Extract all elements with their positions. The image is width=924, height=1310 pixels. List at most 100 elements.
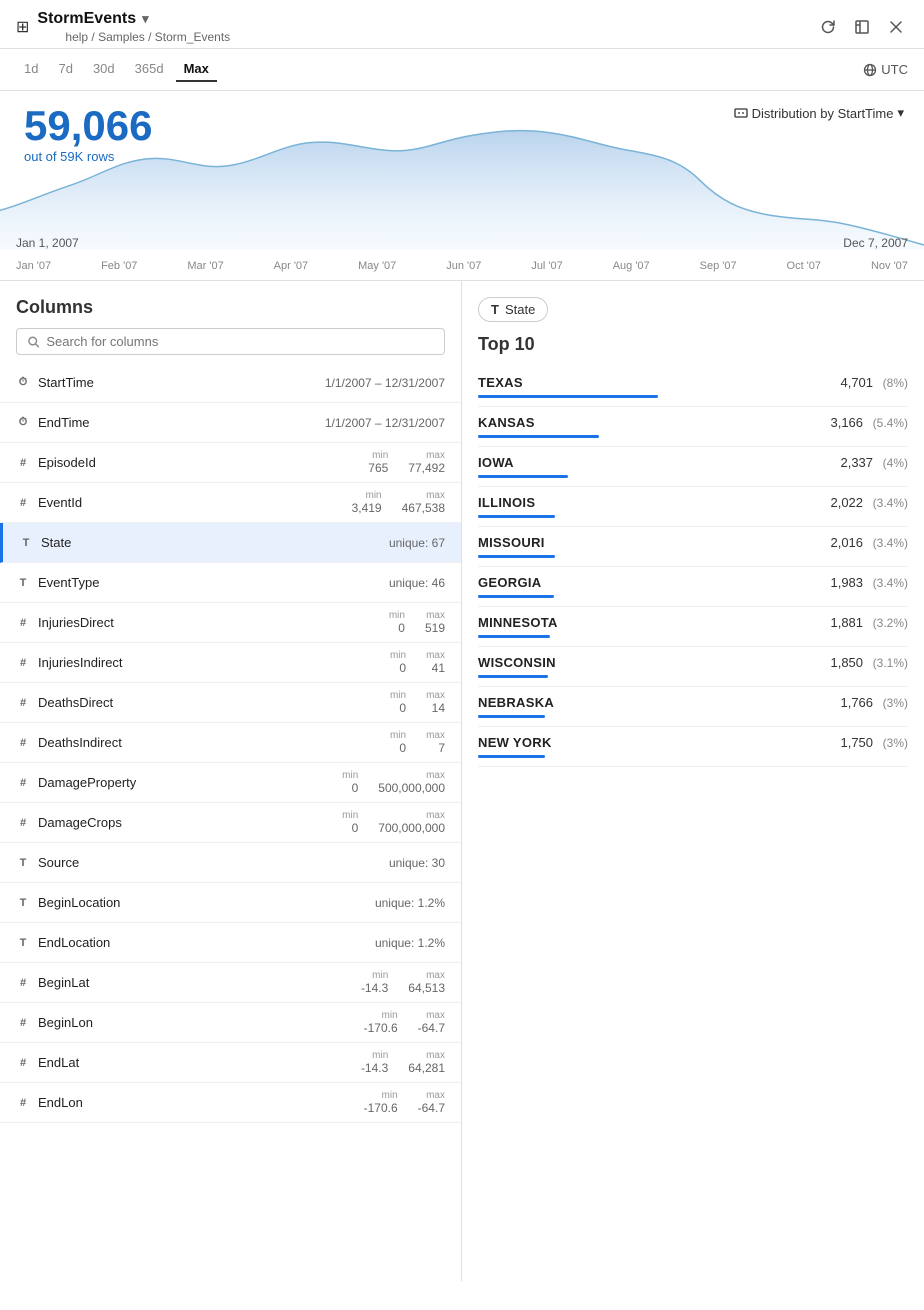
chart-svg	[0, 91, 924, 250]
column-item-eventid[interactable]: # EventId min3,419 max467,538	[0, 483, 461, 523]
time-btn-30d[interactable]: 30d	[85, 57, 123, 82]
column-name: State	[41, 535, 381, 550]
chart-date-start: Jan 1, 2007	[16, 236, 79, 250]
hash-icon: #	[16, 977, 30, 989]
column-item-endlat[interactable]: # EndLat min-14.3 max64,281	[0, 1043, 461, 1083]
column-item-deathsdirect[interactable]: # DeathsDirect min0 max14	[0, 683, 461, 723]
top10-bar	[478, 755, 545, 758]
top10-item: NEBRASKA 1,766 (3%)	[478, 687, 908, 727]
time-btn-1d[interactable]: 1d	[16, 57, 46, 82]
breadcrumb: help / Samples / Storm_Events	[37, 30, 230, 44]
column-item-damageproperty[interactable]: # DamageProperty min0 max500,000,000	[0, 763, 461, 803]
search-box[interactable]	[16, 328, 445, 355]
column-meta: unique: 67	[389, 536, 445, 550]
column-item-beginlat[interactable]: # BeginLat min-14.3 max64,513	[0, 963, 461, 1003]
column-name: BeginLocation	[38, 895, 367, 910]
column-name: EndLat	[38, 1055, 353, 1070]
hash-icon: #	[16, 1057, 30, 1069]
chart-date-end: Dec 7, 2007	[843, 236, 908, 250]
search-input[interactable]	[46, 334, 434, 349]
column-name: EpisodeId	[38, 455, 360, 470]
main-content: Columns ⏱ StartTime 1/1/2007 – 12/31/200…	[0, 281, 924, 1281]
detail-panel: T State Top 10 TEXAS 4,701 (8%) KANSAS 3…	[462, 281, 924, 1281]
month-jan: Jan '07	[16, 260, 51, 272]
column-item-endlocation[interactable]: T EndLocation unique: 1.2%	[0, 923, 461, 963]
time-btn-max[interactable]: Max	[176, 57, 217, 82]
hash-icon: #	[16, 697, 30, 709]
column-item-episodeid[interactable]: # EpisodeId min765 max77,492	[0, 443, 461, 483]
column-item-deathsindirect[interactable]: # DeathsIndirect min0 max7	[0, 723, 461, 763]
column-meta: min3,419 max467,538	[352, 490, 445, 515]
app-title: StormEvents ▾	[37, 10, 230, 28]
column-item-injuriesindirect[interactable]: # InjuriesIndirect min0 max41	[0, 643, 461, 683]
refresh-button[interactable]	[816, 15, 840, 39]
column-item-source[interactable]: T Source unique: 30	[0, 843, 461, 883]
column-meta: min0 max700,000,000	[342, 810, 445, 835]
month-aug: Aug '07	[613, 260, 650, 272]
timezone-button[interactable]: UTC	[863, 62, 908, 77]
month-sep: Sep '07	[700, 260, 737, 272]
column-name: EventId	[38, 495, 344, 510]
header-actions	[816, 15, 908, 39]
state-tag: T State	[478, 297, 548, 322]
column-meta: min-14.3 max64,513	[361, 970, 445, 995]
top10-value: 1,750 (3%)	[840, 735, 908, 750]
hash-icon: #	[16, 617, 30, 629]
column-item-beginlon[interactable]: # BeginLon min-170.6 max-64.7	[0, 1003, 461, 1043]
top10-name: NEW YORK	[478, 735, 552, 750]
column-name: EndLocation	[38, 935, 367, 950]
column-item-endtime[interactable]: ⏱ EndTime 1/1/2007 – 12/31/2007	[0, 403, 461, 443]
text-icon: T	[16, 897, 30, 909]
top10-item: MISSOURI 2,016 (3.4%)	[478, 527, 908, 567]
columns-title: Columns	[0, 281, 461, 328]
top10-bar	[478, 715, 545, 718]
column-meta: unique: 46	[389, 576, 445, 590]
column-item-beginlocation[interactable]: T BeginLocation unique: 1.2%	[0, 883, 461, 923]
column-meta: min0 max14	[390, 690, 445, 715]
column-item-eventtype[interactable]: T EventType unique: 46	[0, 563, 461, 603]
expand-button[interactable]	[850, 15, 874, 39]
top10-name: NEBRASKA	[478, 695, 554, 710]
column-item-injuriesdirect[interactable]: # InjuriesDirect min0 max519	[0, 603, 461, 643]
time-btn-7d[interactable]: 7d	[50, 57, 80, 82]
state-tag-container: T State	[478, 297, 908, 334]
column-item-endlon[interactable]: # EndLon min-170.6 max-64.7	[0, 1083, 461, 1123]
column-name: DeathsIndirect	[38, 735, 382, 750]
top10-name: GEORGIA	[478, 575, 542, 590]
clock-icon: ⏱	[16, 376, 30, 389]
top10-item: NEW YORK 1,750 (3%)	[478, 727, 908, 767]
column-name: InjuriesDirect	[38, 615, 381, 630]
month-feb: Feb '07	[101, 260, 137, 272]
top10-bar	[478, 395, 658, 398]
time-buttons: 1d 7d 30d 365d Max	[16, 57, 217, 82]
top10-bar	[478, 635, 550, 638]
column-item-starttime[interactable]: ⏱ StartTime 1/1/2007 – 12/31/2007	[0, 363, 461, 403]
column-name: Source	[38, 855, 381, 870]
hash-icon: #	[16, 497, 30, 509]
column-meta: min0 max519	[389, 610, 445, 635]
time-filter-bar: 1d 7d 30d 365d Max UTC	[0, 49, 924, 91]
hash-icon: #	[16, 457, 30, 469]
chart-months: Jan '07 Feb '07 Mar '07 Apr '07 May '07 …	[16, 260, 908, 272]
top10-name: ILLINOIS	[478, 495, 535, 510]
top10-item: MINNESOTA 1,881 (3.2%)	[478, 607, 908, 647]
month-may: May '07	[358, 260, 396, 272]
text-icon: T	[16, 577, 30, 589]
text-icon: T	[16, 937, 30, 949]
top10-value: 2,016 (3.4%)	[830, 535, 908, 550]
column-meta: min-170.6 max-64.7	[364, 1090, 445, 1115]
time-btn-365d[interactable]: 365d	[127, 57, 172, 82]
title-chevron[interactable]: ▾	[142, 11, 149, 27]
month-jul: Jul '07	[531, 260, 562, 272]
close-button[interactable]	[884, 15, 908, 39]
column-item-state[interactable]: T State unique: 67	[0, 523, 461, 563]
top10-item: TEXAS 4,701 (8%)	[478, 367, 908, 407]
column-name: EndLon	[38, 1095, 356, 1110]
top10-value: 2,022 (3.4%)	[830, 495, 908, 510]
search-icon	[27, 335, 40, 349]
column-item-damagecrops[interactable]: # DamageCrops min0 max700,000,000	[0, 803, 461, 843]
month-apr: Apr '07	[274, 260, 309, 272]
text-icon: T	[16, 857, 30, 869]
top10-value: 1,983 (3.4%)	[830, 575, 908, 590]
title-text: StormEvents	[37, 10, 136, 28]
